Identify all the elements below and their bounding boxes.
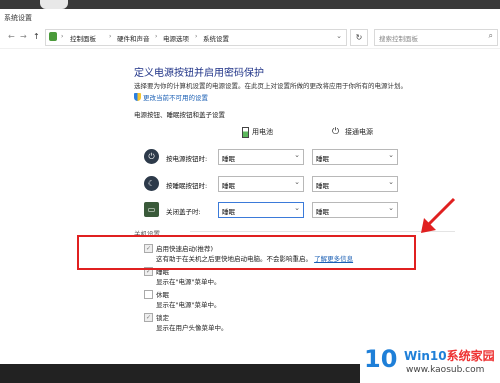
breadcrumb-power-options[interactable]: 电源选项 bbox=[163, 33, 189, 43]
battery-icon bbox=[242, 127, 249, 138]
power-icon: ⏻ bbox=[144, 149, 159, 164]
annotation-arrow-icon bbox=[421, 197, 456, 233]
breadcrumb-control-panel[interactable]: 控制面板 bbox=[70, 33, 96, 43]
top-dark-strip bbox=[0, 0, 500, 9]
address-bar-row: ← → ↑ › 控制面板 › 硬件和声音 › 电源选项 › 系统设置 ⌄ ↻ 搜… bbox=[0, 26, 500, 49]
select-value: 睡眠 bbox=[222, 155, 235, 163]
lid-close-label: 关闭盖子时: bbox=[166, 208, 201, 216]
page-title: 定义电源按钮并启用密码保护 bbox=[134, 68, 264, 79]
watermark-logo: 10 Win10系统家园 www.kaosub.com bbox=[360, 339, 500, 383]
highlight-box bbox=[77, 235, 416, 270]
back-icon[interactable]: ← bbox=[8, 32, 15, 41]
bottom-dark-bar bbox=[0, 364, 360, 383]
sleep-button-label: 按睡眠按钮时: bbox=[166, 182, 208, 190]
hibernate-checkbox[interactable] bbox=[144, 290, 153, 299]
power-button-plugged-select[interactable]: 睡眠 ⌄ bbox=[312, 149, 398, 165]
chevron-down-icon: ⌄ bbox=[294, 151, 300, 159]
select-value: 睡眠 bbox=[222, 182, 235, 190]
select-value: 睡眠 bbox=[316, 155, 329, 163]
window-titlebar: 系统设置 bbox=[0, 9, 500, 25]
search-icon: ⌕ bbox=[488, 31, 493, 40]
breadcrumb-separator: › bbox=[155, 33, 158, 40]
change-unavailable-settings-text[interactable]: 更改当前不可用的设置 bbox=[143, 94, 208, 102]
chevron-down-icon[interactable]: ⌄ bbox=[336, 32, 342, 40]
lock-option-label: 锁定 bbox=[156, 314, 169, 322]
lock-checkbox[interactable]: ✓ bbox=[144, 313, 153, 322]
uac-shield-icon bbox=[134, 93, 141, 101]
lid-close-battery-select[interactable]: 睡眠 ⌄ bbox=[218, 202, 304, 218]
sleep-button-battery-select[interactable]: 睡眠 ⌄ bbox=[218, 176, 304, 192]
window-title: 系统设置 bbox=[4, 14, 32, 22]
watermark-brand: Win10系统家园 bbox=[404, 347, 495, 364]
laptop-lid-icon: ▭ bbox=[144, 202, 159, 217]
sleep-button-plugged-select[interactable]: 睡眠 ⌄ bbox=[312, 176, 398, 192]
search-placeholder: 搜索控制面板 bbox=[379, 35, 418, 43]
column-battery: 用电池 bbox=[252, 128, 273, 136]
top-shade bbox=[40, 0, 68, 9]
lid-close-row: ▭ 关闭盖子时: 睡眠 ⌄ 睡眠 ⌄ bbox=[144, 202, 404, 218]
watermark-brand-a: Win10 bbox=[404, 349, 447, 363]
select-value: 睡眠 bbox=[316, 208, 329, 216]
control-panel-icon bbox=[49, 32, 57, 41]
chevron-down-icon: ⌄ bbox=[388, 151, 394, 159]
breadcrumb-system-settings[interactable]: 系统设置 bbox=[203, 33, 229, 43]
chevron-down-icon: ⌄ bbox=[388, 178, 394, 186]
bottom-strip bbox=[0, 340, 360, 383]
chevron-down-icon: ⌄ bbox=[294, 178, 300, 186]
section-divider bbox=[190, 231, 455, 232]
breadcrumb-separator: › bbox=[61, 33, 64, 40]
chevron-down-icon: ⌄ bbox=[294, 204, 300, 212]
power-button-battery-select[interactable]: 睡眠 ⌄ bbox=[218, 149, 304, 165]
forward-icon[interactable]: → bbox=[20, 32, 27, 41]
breadcrumb-hardware-sound[interactable]: 硬件和声音 bbox=[117, 33, 150, 43]
watermark-url: www.kaosub.com bbox=[406, 365, 485, 375]
sleep-option-desc: 显示在"电源"菜单中。 bbox=[156, 278, 221, 286]
power-button-label: 按电源按钮时: bbox=[166, 155, 208, 163]
breadcrumb-separator: › bbox=[109, 33, 112, 40]
change-unavailable-settings-link[interactable]: 更改当前不可用的设置 bbox=[134, 92, 208, 102]
sleep-button-row: ☾ 按睡眠按钮时: 睡眠 ⌄ 睡眠 ⌄ bbox=[144, 176, 404, 192]
hibernate-option-label: 休眠 bbox=[156, 291, 169, 299]
moon-icon: ☾ bbox=[144, 176, 159, 191]
buttons-section-title: 电源按钮、睡眠按钮和盖子设置 bbox=[134, 111, 225, 119]
refresh-button[interactable]: ↻ bbox=[350, 29, 368, 46]
address-bar[interactable]: › 控制面板 › 硬件和声音 › 电源选项 › 系统设置 ⌄ bbox=[45, 29, 347, 46]
hibernate-option-desc: 显示在"电源"菜单中。 bbox=[156, 301, 221, 309]
lid-close-plugged-select[interactable]: 睡眠 ⌄ bbox=[312, 202, 398, 218]
watermark-number: 10 bbox=[364, 345, 398, 373]
chevron-down-icon: ⌄ bbox=[388, 204, 394, 212]
breadcrumb-separator: › bbox=[195, 33, 198, 40]
search-input[interactable]: 搜索控制面板 ⌕ bbox=[374, 29, 498, 46]
left-pane bbox=[0, 49, 120, 329]
select-value: 睡眠 bbox=[222, 208, 235, 216]
watermark-brand-b: 系统家园 bbox=[446, 349, 495, 363]
select-value: 睡眠 bbox=[316, 182, 329, 190]
up-icon[interactable]: ↑ bbox=[33, 32, 40, 41]
power-button-row: ⏻ 按电源按钮时: 睡眠 ⌄ 睡眠 ⌄ bbox=[144, 149, 404, 165]
column-plugged-in: 接通电源 bbox=[345, 128, 373, 136]
page-description: 选择要为你的计算机设置的电源设置。在此页上对设置所做的更改将应用于你所有的电源计… bbox=[134, 82, 407, 90]
lock-option-desc: 显示在用户头像菜单中。 bbox=[156, 324, 228, 332]
plug-icon: ⏻ bbox=[332, 127, 340, 137]
